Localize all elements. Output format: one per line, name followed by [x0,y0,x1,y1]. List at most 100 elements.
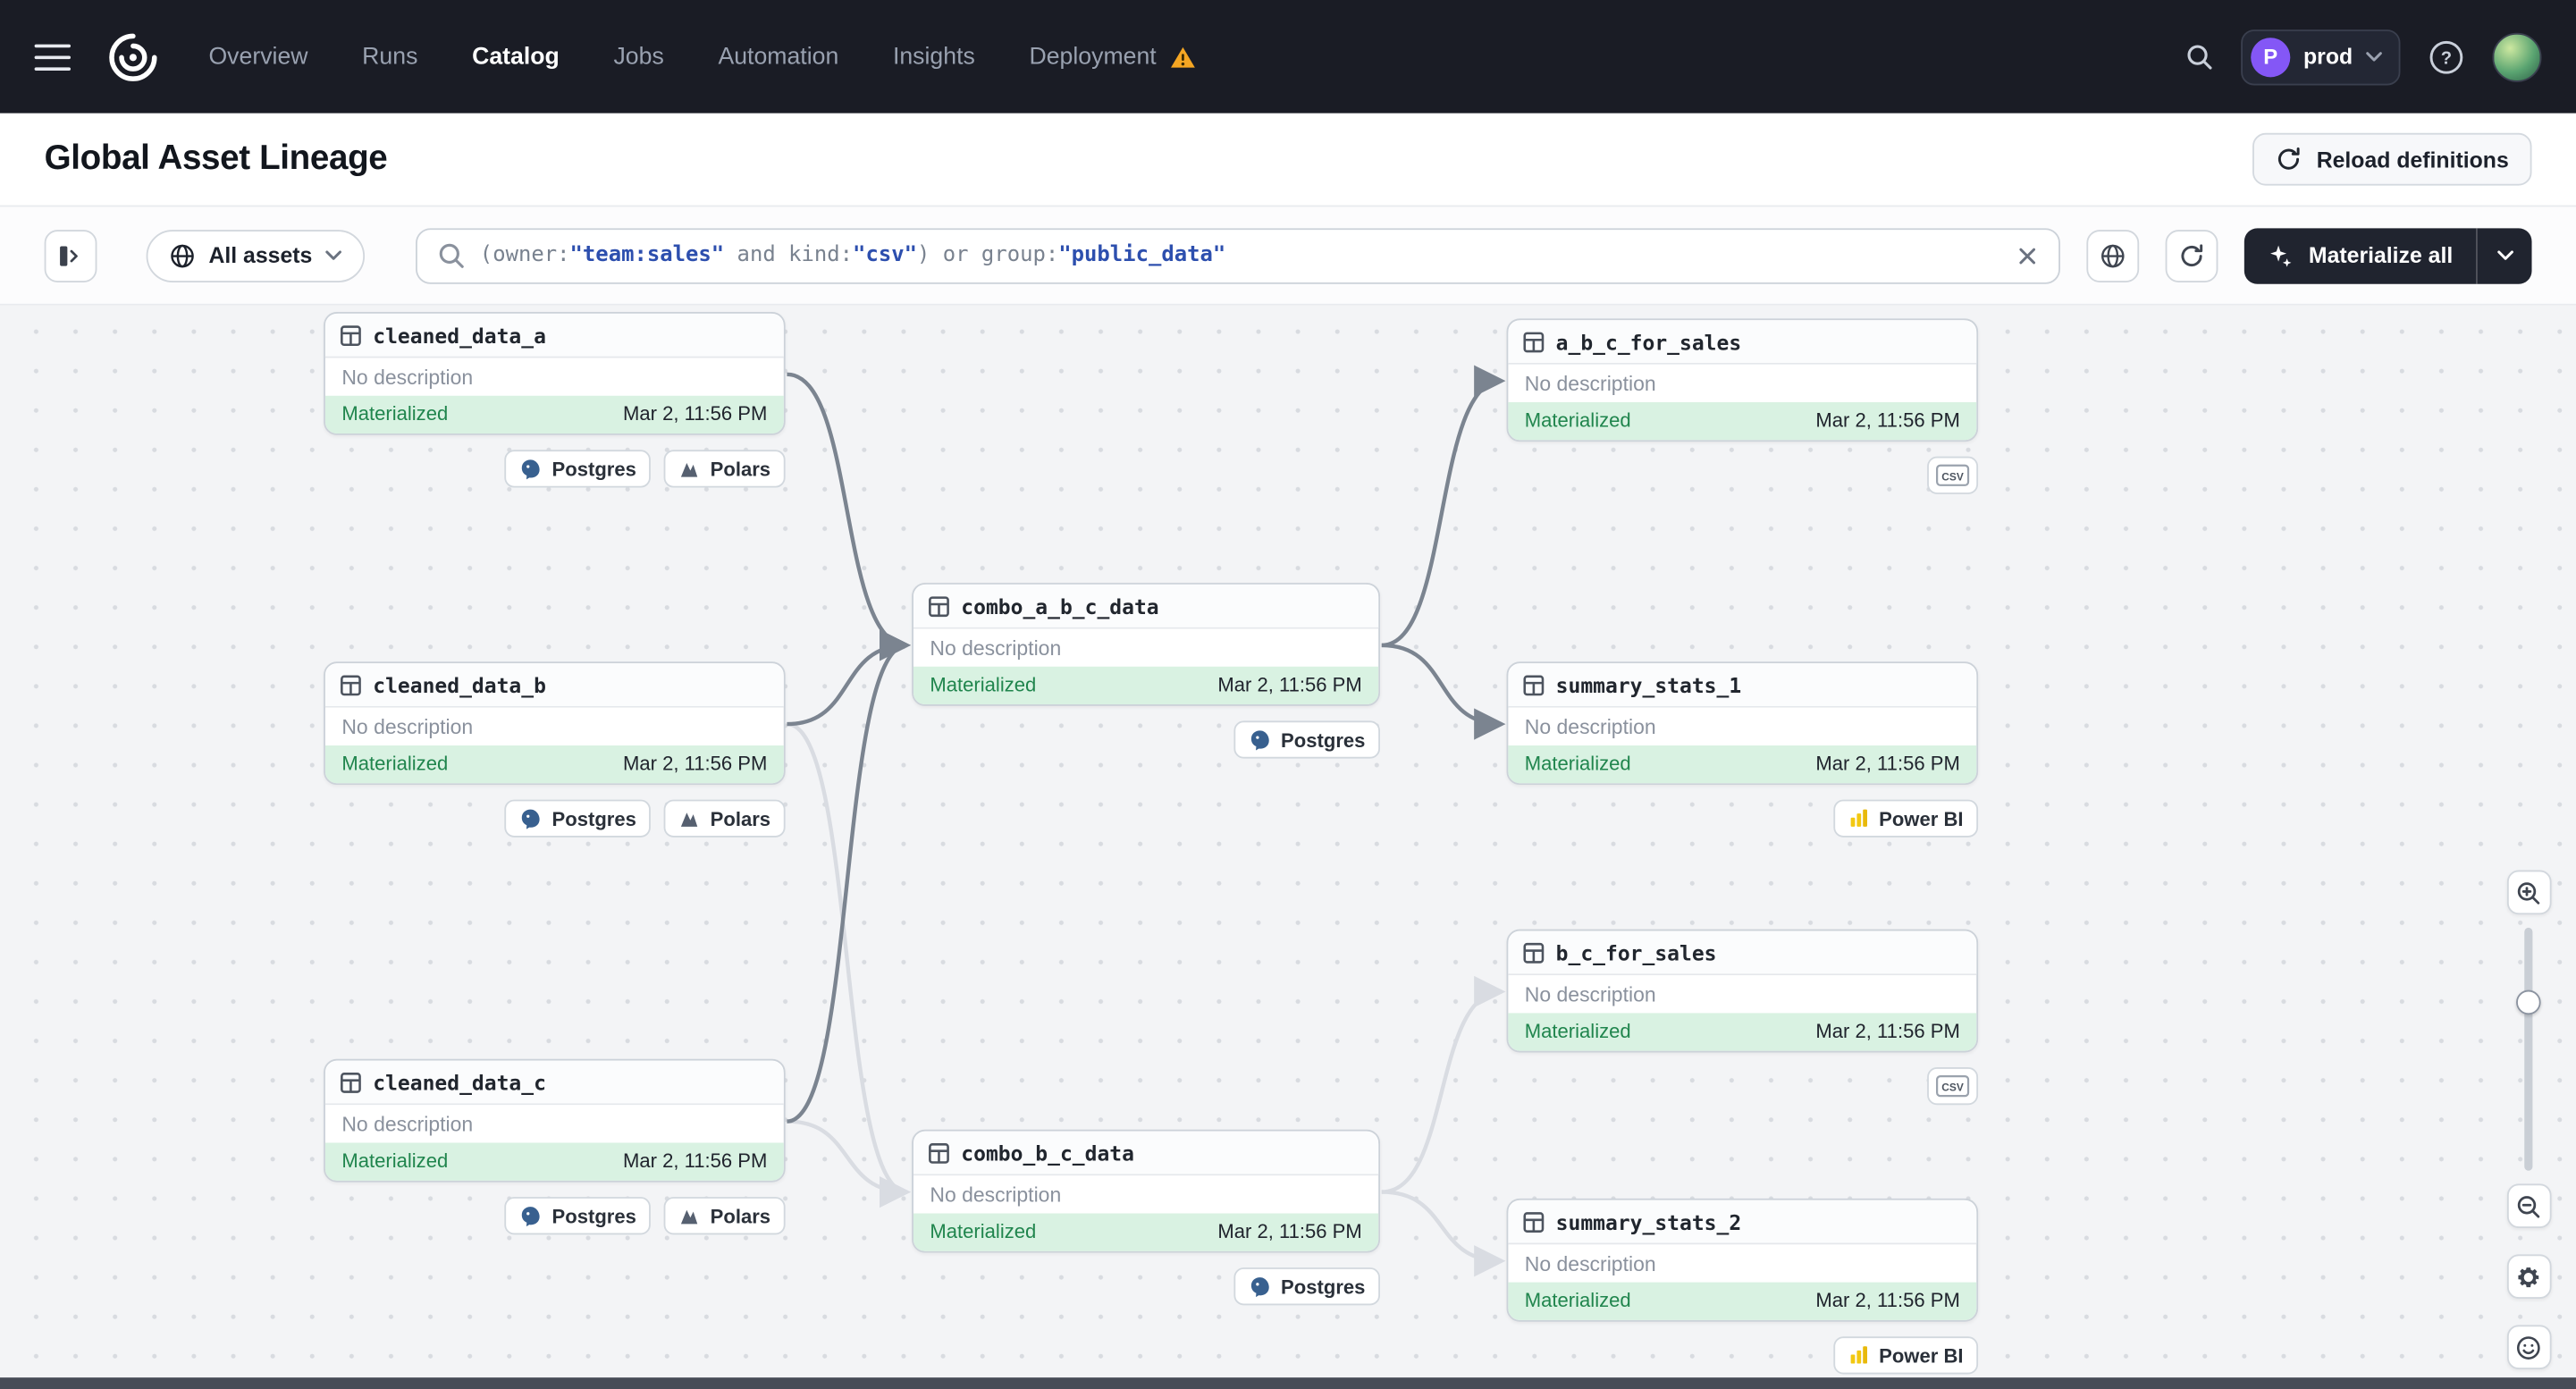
tag-csv[interactable]: CSV [1927,1066,1979,1106]
asset-node-a_b_c_for_sales[interactable]: a_b_c_for_sales No description Materialize… [1506,318,1979,442]
nav-item-automation[interactable]: Automation [718,44,838,70]
nav-item-catalog[interactable]: Catalog [472,44,560,70]
asset-filter-label: All assets [208,242,313,268]
asset-name: cleaned_data_b [373,673,546,698]
zoom-slider[interactable] [2506,924,2551,1174]
table-icon [340,325,361,347]
postgres-icon [1248,1275,1271,1298]
asset-tags: Postgres Polars [324,1197,786,1235]
asset-node-combo_b_c_data[interactable]: combo_b_c_data No description Materialized… [912,1129,1381,1253]
tag-powerbi[interactable]: Power BI [1832,1336,1979,1375]
asset-description: No description [341,1113,474,1137]
nav-item-label: Automation [718,43,839,71]
table-icon [1523,675,1545,696]
graph-settings-button[interactable] [2086,229,2140,282]
asset-node-header: combo_a_b_c_data [913,584,1379,629]
asset-tags: CSV [1507,1066,1979,1106]
materialize-all-button[interactable]: Materialize all [2244,242,2476,268]
clear-search-icon[interactable] [2016,244,2040,267]
materialization-timestamp: Mar 2, 11:56 PM [1217,1219,1362,1243]
tag-label: Postgres [1281,1275,1366,1299]
asset-name: b_c_for_sales [1555,940,1717,966]
tag-postgres[interactable]: Postgres [504,450,652,488]
asset-status-row: Materialized Mar 2, 11:56 PM [1508,1013,1977,1051]
nav-item-runs[interactable]: Runs [362,44,417,70]
asset-status-row: Materialized Mar 2, 11:56 PM [913,666,1379,705]
tag-polars[interactable]: Polars [664,1197,786,1235]
materialization-timestamp: Mar 2, 11:56 PM [1815,1288,1960,1312]
asset-node-header: combo_b_c_data [913,1131,1379,1176]
asset-filter-dropdown[interactable]: All assets [146,229,366,282]
materialization-timestamp: Mar 2, 11:56 PM [622,752,768,776]
asset-node-b_c_for_sales[interactable]: b_c_for_sales No description Materialized M… [1506,929,1979,1053]
horizontal-scrollbar[interactable] [0,1377,2576,1389]
materialization-timestamp: Mar 2, 11:56 PM [1815,752,1960,776]
status-badge: Materialized [1524,1019,1631,1043]
reload-definitions-button[interactable]: Reload definitions [2252,132,2532,186]
asset-node-cleaned_data_a[interactable]: cleaned_data_a No description Materialized… [324,312,786,435]
tag-postgres[interactable]: Postgres [1233,1267,1381,1306]
tag-label: Postgres [1281,728,1366,752]
asset-node-cleaned_data_b[interactable]: cleaned_data_b No description Materialized… [324,661,786,786]
app-window: Overview Runs Catalog Jobs Automation Insight… [0,0,2576,1389]
user-avatar[interactable] [2492,31,2542,81]
open-panel-button[interactable] [44,229,97,282]
asset-description: No description [930,636,1062,661]
zoom-in-button[interactable] [2506,870,2551,915]
nav-list: Overview Runs Catalog Jobs Automation Insight… [208,44,1195,70]
asset-node-cleaned_data_c[interactable]: cleaned_data_c No description Materialized… [324,1058,786,1183]
help-icon[interactable]: ? [2429,38,2464,74]
query-segment: "public_data" [1058,242,1226,268]
nav-right: P prod ? [2185,29,2542,85]
asset-tags: Power BI [1507,799,1979,838]
refresh-button[interactable] [2165,229,2218,282]
asset-description: No description [341,366,474,390]
tag-powerbi[interactable]: Power BI [1832,799,1979,838]
menu-icon[interactable] [34,43,72,71]
asset-node-header: cleaned_data_b [324,663,784,708]
search-query-text: (owner:"team:sales" and kind:"csv") or g… [480,243,2001,268]
refresh-icon [2179,242,2205,268]
materialize-all-split-button: Materialize all [2244,227,2532,283]
search-icon[interactable] [2185,43,2213,71]
tag-polars[interactable]: Polars [664,799,786,838]
feedback-button[interactable] [2506,1325,2551,1369]
tag-polars[interactable]: Polars [664,450,786,488]
csv-icon: CSV [1935,463,1970,488]
status-badge: Materialized [1524,408,1631,433]
postgres-icon [519,458,543,481]
postgres-icon [519,1204,543,1227]
asset-search-input[interactable]: (owner:"team:sales" and kind:"csv") or g… [416,227,2061,283]
deployment-switcher[interactable]: P prod [2241,29,2401,85]
canvas-settings-button[interactable] [2506,1254,2551,1299]
asset-status-row: Materialized Mar 2, 11:56 PM [1508,745,1977,784]
asset-tags: Postgres [912,1267,1381,1306]
tag-csv[interactable]: CSV [1927,456,1979,494]
asset-node-summary_stats_1[interactable]: summary_stats_1 No description Materialize… [1506,661,1979,786]
feedback-icon [2515,1334,2541,1360]
tag-postgres[interactable]: Postgres [1233,720,1381,759]
tag-postgres[interactable]: Postgres [504,1197,652,1235]
globe-icon [169,242,195,268]
asset-node-summary_stats_2[interactable]: summary_stats_2 No description Materialize… [1506,1198,1979,1322]
nav-item-overview[interactable]: Overview [208,44,307,70]
materialization-timestamp: Mar 2, 11:56 PM [622,402,768,425]
asset-description: No description [1524,1252,1656,1276]
polars-icon [679,808,701,829]
lineage-canvas[interactable]: cleaned_data_a No description Materialized… [0,305,2576,1389]
zoom-out-button[interactable] [2506,1183,2551,1229]
nav-item-insights[interactable]: Insights [893,44,975,70]
reload-icon [2276,146,2302,172]
dagster-logo-icon[interactable] [102,25,164,88]
asset-node-combo_a_b_c_data[interactable]: combo_a_b_c_data No description Materializ… [912,583,1381,706]
tag-postgres[interactable]: Postgres [504,799,652,838]
nav-item-label: Overview [208,43,308,71]
asset-tags: CSV [1507,456,1979,494]
materialization-timestamp: Mar 2, 11:56 PM [1815,1019,1960,1043]
svg-text:CSV: CSV [1941,1082,1964,1094]
nav-item-jobs[interactable]: Jobs [613,44,663,70]
asset-name: a_b_c_for_sales [1555,330,1742,355]
nav-item-deployment[interactable]: Deployment [1029,44,1195,70]
materialize-options-button[interactable] [2476,227,2531,283]
zoom-slider-handle[interactable] [2516,989,2541,1015]
